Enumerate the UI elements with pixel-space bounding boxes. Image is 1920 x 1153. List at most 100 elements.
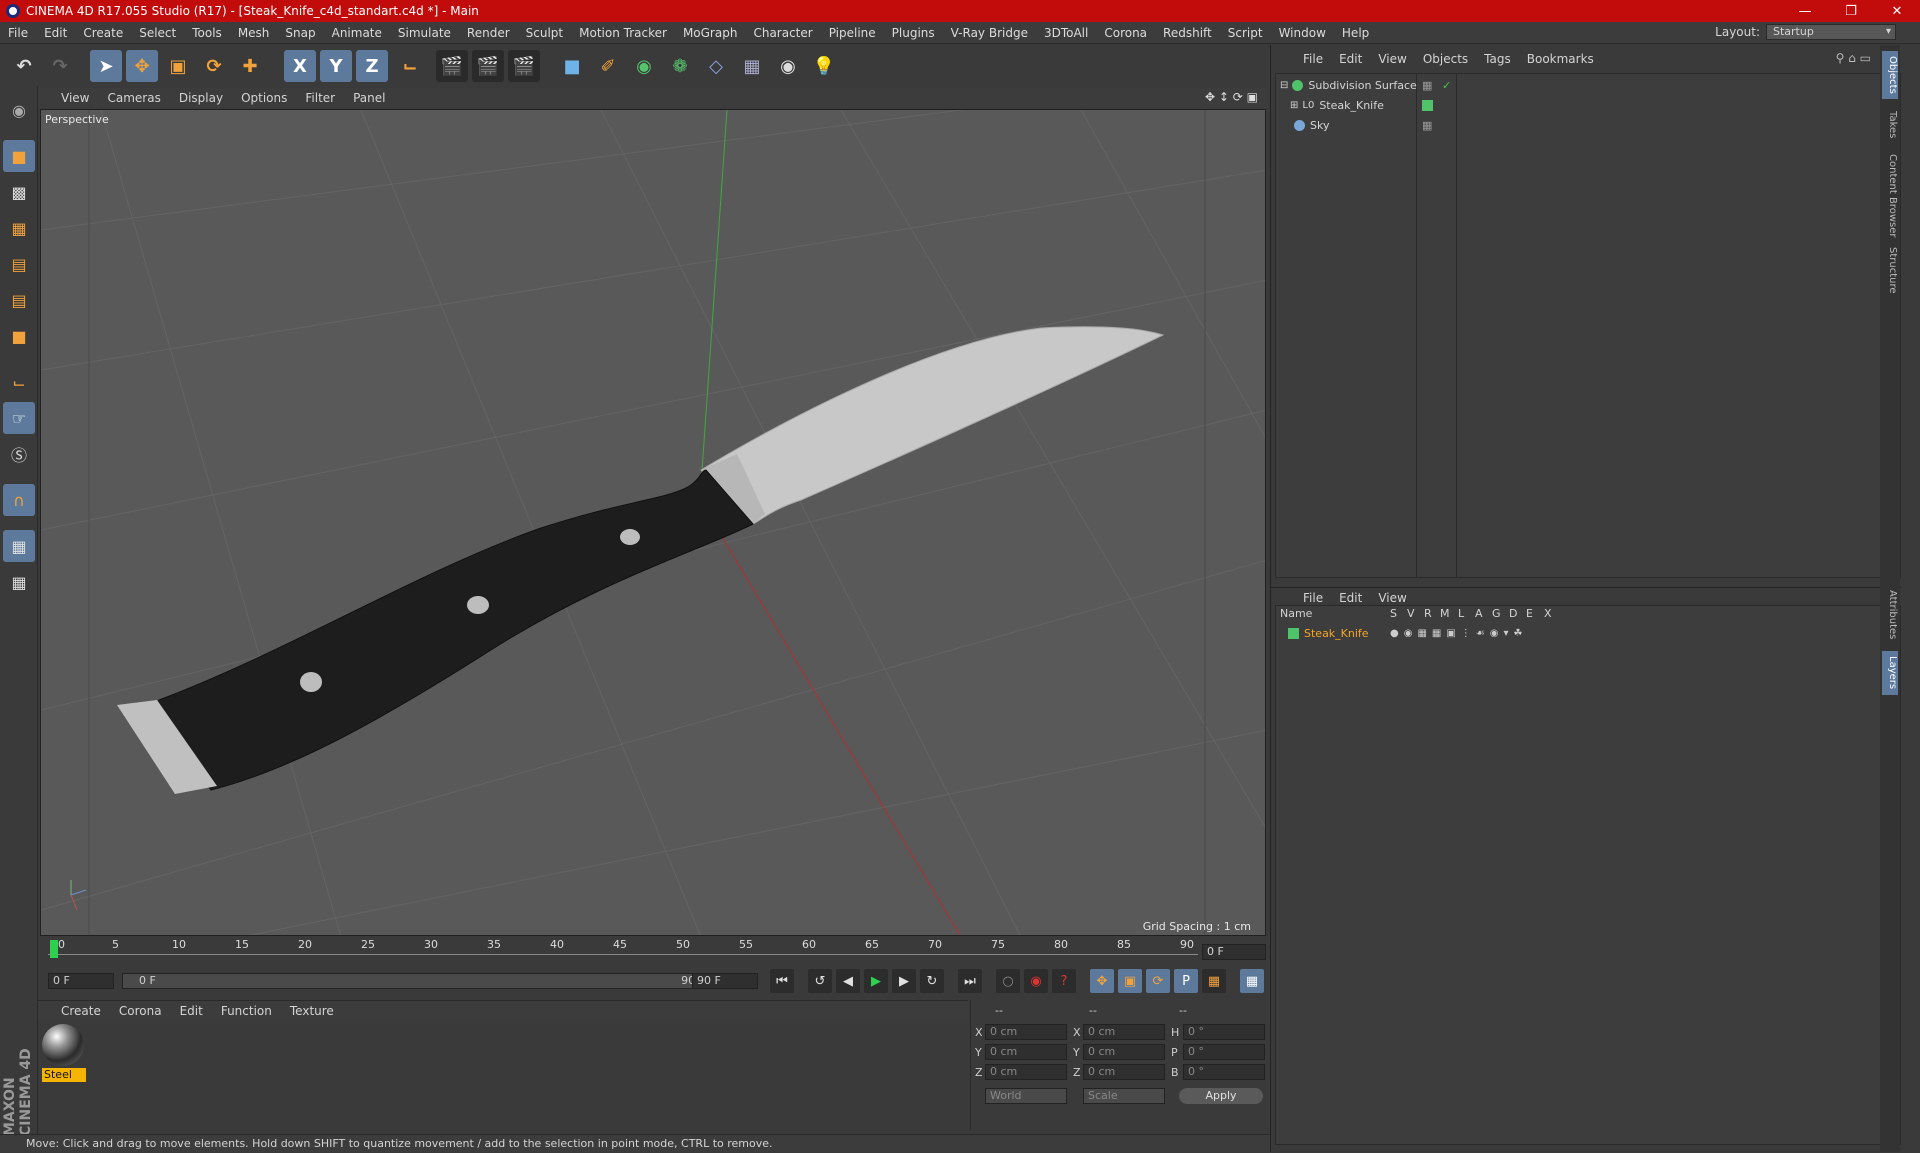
camera-icon[interactable]: ◉ — [772, 50, 804, 82]
next-frame-icon[interactable]: ▶ — [892, 969, 916, 993]
apply-button[interactable]: Apply — [1179, 1088, 1263, 1104]
light-icon[interactable]: 💡 — [808, 50, 840, 82]
scale-y-field[interactable]: 0 cm — [1083, 1044, 1165, 1060]
previous-frame-icon[interactable]: ◀ — [836, 969, 860, 993]
menu-mesh[interactable]: Mesh — [230, 26, 278, 40]
edges-mode-icon[interactable]: ▤ — [3, 284, 35, 316]
go-to-start-icon[interactable]: ⏮ — [770, 969, 794, 993]
viewport-nav-icons[interactable]: ✥ ↕ ⟳ ▣ — [1205, 90, 1258, 104]
objects-menu-edit[interactable]: Edit — [1331, 52, 1370, 66]
menu-create[interactable]: Create — [75, 26, 131, 40]
material-menu-edit[interactable]: Edit — [171, 1004, 212, 1018]
material-swatch[interactable]: Steel — [42, 1024, 86, 1084]
playhead[interactable] — [50, 940, 58, 958]
viewport-menu-filter[interactable]: Filter — [296, 91, 344, 105]
side-tab-takes[interactable]: Takes — [1882, 105, 1898, 145]
go-to-end-icon[interactable]: ⏭ — [958, 969, 982, 993]
layers-menu-file[interactable]: File — [1295, 591, 1331, 605]
menu-snap[interactable]: Snap — [277, 26, 323, 40]
rotation-h-field[interactable]: 0 ° — [1183, 1024, 1265, 1040]
enabled-check-icon[interactable]: ✓ — [1442, 79, 1451, 92]
floor-scene-icon[interactable]: ▦ — [736, 50, 768, 82]
key-parameter-icon[interactable]: P — [1174, 969, 1198, 993]
menu-render[interactable]: Render — [459, 26, 518, 40]
objects-menu-bookmarks[interactable]: Bookmarks — [1519, 52, 1602, 66]
layer-row-steak-knife[interactable]: Steak_Knife ●◉▦▦▣⋮☙◉▾☘ — [1276, 624, 1900, 642]
start-frame-field[interactable]: 0 F — [48, 973, 114, 989]
object-row-subdivision-surface[interactable]: ⊟ Subdivision Surface ▦ ✓ — [1276, 76, 1900, 94]
polygons-mode-icon[interactable]: ■ — [3, 320, 35, 352]
current-frame-field[interactable]: 0 F — [1202, 944, 1266, 960]
viewport-menu-panel[interactable]: Panel — [344, 91, 394, 105]
collapse-icon[interactable]: ⊟ — [1280, 80, 1288, 91]
layer-col[interactable]: M — [1440, 607, 1450, 620]
layers-menu-edit[interactable]: Edit — [1331, 591, 1370, 605]
viewport-menu-cameras[interactable]: Cameras — [98, 91, 169, 105]
keyframe-selection-icon[interactable]: ○ — [996, 969, 1020, 993]
menu-script[interactable]: Script — [1220, 26, 1271, 40]
mograph-cloner-icon[interactable]: ❁ — [664, 50, 696, 82]
menu-corona[interactable]: Corona — [1096, 26, 1155, 40]
tweak-mode-icon[interactable]: ☞ — [3, 402, 35, 434]
material-menu-corona[interactable]: Corona — [110, 1004, 171, 1018]
viewport-menu-view[interactable]: View — [52, 91, 98, 105]
viewport-menu-display[interactable]: Display — [170, 91, 232, 105]
points-mode-icon[interactable]: ▤ — [3, 248, 35, 280]
rotate-tool-icon[interactable]: ⟳ — [198, 50, 230, 82]
menu-plugins[interactable]: Plugins — [884, 26, 943, 40]
menu-tools[interactable]: Tools — [184, 26, 230, 40]
previous-key-icon[interactable]: ↺ — [808, 969, 832, 993]
scale-z-field[interactable]: 0 cm — [1083, 1064, 1165, 1080]
transform-tool-icon[interactable]: ✚ — [234, 50, 266, 82]
material-menu-function[interactable]: Function — [212, 1004, 281, 1018]
menu-select[interactable]: Select — [131, 26, 184, 40]
menu-motion-tracker[interactable]: Motion Tracker — [571, 26, 675, 40]
layer-color-icon[interactable] — [1288, 627, 1299, 639]
key-scale-icon[interactable]: ▣ — [1118, 969, 1142, 993]
position-x-field[interactable]: 0 cm — [985, 1024, 1067, 1040]
menu-simulate[interactable]: Simulate — [390, 26, 459, 40]
objects-menu-view[interactable]: View — [1370, 52, 1414, 66]
key-position-icon[interactable]: ✥ — [1090, 969, 1114, 993]
layer-col[interactable]: D — [1509, 607, 1517, 620]
3d-viewport[interactable]: Perspective Grid Spacing : 1 cm — [40, 109, 1266, 936]
menu-vray-bridge[interactable]: V-Ray Bridge — [943, 26, 1036, 40]
close-icon[interactable]: ✕ — [1874, 0, 1920, 22]
objects-menu-tags[interactable]: Tags — [1476, 52, 1519, 66]
timeline-ruler[interactable]: 0 5 10 15 20 25 30 35 40 45 50 55 60 65 … — [48, 938, 1228, 960]
layers-menu-view[interactable]: View — [1370, 591, 1414, 605]
rotation-p-field[interactable]: 0 ° — [1183, 1044, 1265, 1060]
side-tab-objects[interactable]: Objects — [1882, 51, 1898, 99]
model-mode-icon[interactable]: ■ — [3, 140, 35, 172]
solo-mode-icon[interactable]: Ⓢ — [3, 438, 35, 470]
size-mode-dropdown[interactable]: Scale — [1083, 1088, 1165, 1104]
auto-keying-icon[interactable]: ? — [1052, 969, 1076, 993]
menu-window[interactable]: Window — [1271, 26, 1334, 40]
workplane-mode-icon[interactable]: ▦ — [3, 212, 35, 244]
redo-icon[interactable]: ↷ — [44, 50, 76, 82]
menu-edit[interactable]: Edit — [36, 26, 75, 40]
side-tab-layers[interactable]: Layers — [1882, 651, 1898, 695]
position-z-field[interactable]: 0 cm — [985, 1064, 1067, 1080]
menu-mograph[interactable]: MoGraph — [675, 26, 746, 40]
z-axis-lock-button[interactable]: Z — [356, 50, 388, 82]
record-keys-icon[interactable]: ◉ — [1024, 969, 1048, 993]
layer-col[interactable]: X — [1544, 607, 1552, 620]
viewport-menu-options[interactable]: Options — [232, 91, 296, 105]
y-axis-lock-button[interactable]: Y — [320, 50, 352, 82]
scale-tool-icon[interactable]: ▣ — [162, 50, 194, 82]
search-icon[interactable]: ⚲ ⌂ ▭ — [1836, 51, 1871, 65]
layer-tag-icon[interactable]: ▦ — [1422, 79, 1432, 92]
key-rotation-icon[interactable]: ⟳ — [1146, 969, 1170, 993]
cube-icon[interactable]: ■ — [556, 50, 588, 82]
object-row-sky[interactable]: Sky ▦ — [1276, 116, 1900, 134]
render-picture-viewer-icon[interactable]: 🎬 — [472, 50, 504, 82]
side-tab-content-browser[interactable]: Content Browser — [1882, 151, 1898, 241]
subdivision-icon[interactable]: ◉ — [628, 50, 660, 82]
layer-col[interactable]: G — [1492, 607, 1501, 620]
menu-character[interactable]: Character — [745, 26, 820, 40]
next-key-icon[interactable]: ↻ — [920, 969, 944, 993]
coordinate-space-dropdown[interactable]: World — [985, 1088, 1067, 1104]
layout-dropdown[interactable]: Startup — [1766, 24, 1896, 40]
minimize-icon[interactable]: — — [1782, 0, 1828, 22]
